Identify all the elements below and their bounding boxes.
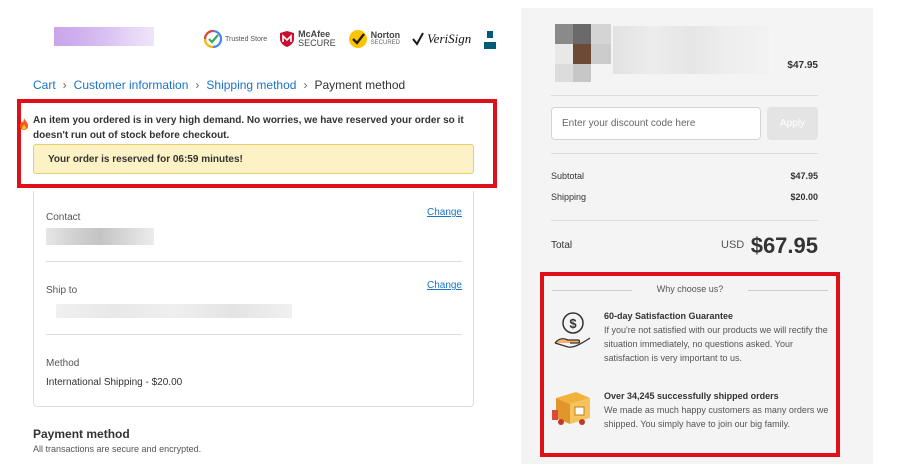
change-ship-to-link[interactable]: Change [427, 280, 462, 291]
norton-badge: Norton SECURED [348, 29, 401, 49]
mcafee-shield-icon [280, 31, 295, 47]
why-choose-us-panel: Why choose us? $ 60-day Satisfaction Gua… [540, 272, 840, 457]
subtotal-value: $47.95 [790, 171, 818, 181]
ship-to-label: Ship to [46, 285, 78, 296]
contact-row: Contact Change [46, 207, 462, 225]
bbb-badge [483, 28, 498, 50]
badge-sub-label: SECURE [298, 38, 336, 48]
subtotal-row: Subtotal $47.95 [551, 171, 818, 181]
norton-check-icon [348, 30, 367, 48]
total-currency: USD [721, 239, 745, 251]
verisign-badge: VeriSign [412, 31, 471, 47]
bbb-torch-icon [483, 28, 498, 50]
verisign-check-icon [412, 32, 425, 46]
svg-text:$: $ [569, 316, 577, 331]
breadcrumb: Cart › Customer information › Shipping m… [33, 78, 405, 92]
ship-to-value-redacted [56, 304, 292, 318]
money-hand-icon: $ [554, 312, 591, 348]
badge-label: Trusted Store [225, 35, 268, 43]
trust-badges: Trusted Store McAfee SECURE Norton SECUR… [204, 28, 498, 50]
why-choose-us-heading: Why choose us? [656, 284, 724, 294]
product-name-redacted [613, 26, 769, 74]
badge-label: VeriSign [427, 31, 472, 46]
feature-shipped-orders: Over 34,245 successfully shipped orders … [604, 390, 832, 431]
breadcrumb-current: Payment method [314, 78, 406, 92]
feature-description: We made as much happy customers as many … [604, 405, 829, 429]
google-check-icon [204, 30, 222, 48]
subtotal-label: Subtotal [551, 171, 585, 181]
mcafee-badge: McAfee SECURE [279, 30, 336, 48]
breadcrumb-shipping-method[interactable]: Shipping method [206, 78, 296, 92]
breadcrumb-customer-information[interactable]: Customer information [74, 78, 189, 92]
divider [748, 290, 828, 291]
feature-description: If you're not satisfied with our product… [604, 325, 828, 363]
method-row: Method [46, 353, 462, 371]
contact-label: Contact [46, 212, 81, 223]
shipping-label: Shipping [551, 192, 587, 202]
change-contact-link[interactable]: Change [427, 207, 462, 218]
product-price: $47.95 [787, 60, 818, 71]
shipping-value: $20.00 [790, 192, 818, 202]
chevron-right-icon: › [195, 78, 200, 92]
method-label: Method [46, 358, 80, 369]
ship-to-row: Ship to Change [46, 280, 462, 298]
payment-method-title: Payment method [33, 427, 130, 441]
feature-guarantee: 60-day Satisfaction Guarantee If you're … [604, 310, 832, 365]
badge-label: Norton [370, 30, 401, 40]
google-trusted-store-badge: Trusted Store [204, 30, 267, 48]
breadcrumb-cart[interactable]: Cart [33, 78, 56, 92]
order-review: Contact Change Ship to Change Method Int… [33, 191, 474, 407]
store-logo[interactable] [54, 27, 154, 46]
divider [551, 220, 818, 221]
total-label: Total [551, 240, 573, 251]
divider [551, 153, 818, 154]
fire-icon [20, 118, 28, 130]
feature-title: 60-day Satisfaction Guarantee [604, 311, 734, 321]
high-demand-alert: An item you ordered is in very high dema… [17, 99, 497, 188]
total-value: $67.95 [750, 233, 818, 258]
product-thumbnail [555, 24, 611, 82]
chevron-right-icon: › [62, 78, 67, 92]
shipping-row: Shipping $20.00 [551, 192, 818, 202]
chevron-right-icon: › [303, 78, 308, 92]
apply-discount-button[interactable]: Apply [767, 107, 818, 140]
divider [46, 261, 462, 262]
contact-value-redacted [46, 228, 154, 245]
badge-sub-label: SECURED [370, 40, 401, 46]
discount-code-input[interactable] [551, 107, 761, 140]
delivery-truck-icon [552, 392, 590, 425]
payment-method-subtitle: All transactions are secure and encrypte… [33, 444, 202, 454]
feature-title: Over 34,245 successfully shipped orders [604, 391, 779, 401]
reservation-timer: Your order is reserved for 06:59 minutes… [33, 144, 474, 174]
divider [551, 95, 818, 96]
divider [46, 334, 462, 335]
alert-message: An item you ordered is in very high dema… [33, 115, 464, 141]
method-value: International Shipping - $20.00 [46, 377, 183, 388]
